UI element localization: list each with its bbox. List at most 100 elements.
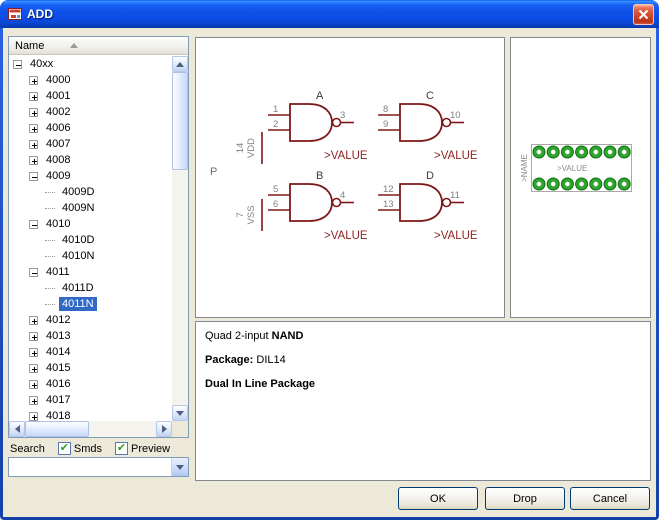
tree-item-4001[interactable]: 4001	[10, 88, 172, 104]
expand-icon[interactable]	[29, 156, 38, 165]
tree-item-4000[interactable]: 4000	[10, 72, 172, 88]
vertical-scroll-thumb[interactable]	[172, 72, 188, 170]
tree-item-label[interactable]: 4009	[43, 169, 73, 183]
tree-item-4018[interactable]: 4018	[10, 408, 172, 421]
tree-item-4013[interactable]: 4013	[10, 328, 172, 344]
tree-item-label[interactable]: 4009N	[59, 201, 97, 215]
horizontal-scroll-thumb[interactable]	[25, 421, 89, 437]
value-placeholder: >VALUE	[434, 150, 478, 162]
collapse-icon[interactable]	[13, 60, 22, 69]
tree-header-name[interactable]: Name	[9, 37, 188, 55]
tree-item-4014[interactable]: 4014	[10, 344, 172, 360]
tree-item-40xx[interactable]: 40xx	[10, 56, 172, 72]
tree-item-4010[interactable]: 4010	[10, 216, 172, 232]
expand-icon[interactable]	[29, 380, 38, 389]
tree-item-label[interactable]: 4011D	[59, 281, 97, 295]
tree-item-4011[interactable]: 4011	[10, 264, 172, 280]
drop-button[interactable]: Drop	[485, 487, 565, 510]
tree-item-4009d[interactable]: 4009D	[10, 184, 172, 200]
tree-item-4011n[interactable]: 4011N	[10, 296, 172, 312]
vdd-pin-number: 14	[235, 143, 246, 154]
tree-item-label[interactable]: 4010D	[59, 233, 97, 247]
ok-button[interactable]: OK	[398, 487, 478, 510]
arrow-right-icon	[162, 425, 167, 433]
preview-checkbox[interactable]: ✔	[115, 442, 128, 455]
cancel-button[interactable]: Cancel	[570, 487, 650, 510]
tree-item-label[interactable]: 4015	[43, 361, 73, 375]
tree-item-4009n[interactable]: 4009N	[10, 200, 172, 216]
pad-hole	[622, 150, 626, 154]
smds-label: Smds	[74, 443, 102, 455]
tree-item-4007[interactable]: 4007	[10, 136, 172, 152]
tree-item-label[interactable]: 4009D	[59, 185, 97, 199]
tree-vertical-scrollbar[interactable]	[172, 56, 188, 421]
tree-item-4006[interactable]: 4006	[10, 120, 172, 136]
pad-hole	[565, 182, 569, 186]
expand-icon[interactable]	[29, 76, 38, 85]
search-input[interactable]	[9, 458, 171, 476]
combo-dropdown-button[interactable]	[171, 458, 188, 476]
collapse-icon[interactable]	[29, 268, 38, 277]
search-combobox[interactable]	[8, 457, 189, 477]
scroll-up-button[interactable]	[172, 56, 188, 72]
tree-item-4015[interactable]: 4015	[10, 360, 172, 376]
tree-item-4017[interactable]: 4017	[10, 392, 172, 408]
tree-horizontal-scrollbar[interactable]	[9, 421, 172, 437]
scroll-down-button[interactable]	[172, 405, 188, 421]
expand-icon[interactable]	[29, 396, 38, 405]
tree-item-label[interactable]: 4008	[43, 153, 73, 167]
tree-item-label[interactable]: 4011N	[59, 297, 97, 311]
tree-item-label[interactable]: 4001	[43, 89, 73, 103]
pin-number: 3	[340, 110, 345, 121]
tree-item-label[interactable]: 4007	[43, 137, 73, 151]
value-placeholder: >VALUE	[324, 230, 368, 242]
tree-item-4002[interactable]: 4002	[10, 104, 172, 120]
expand-icon[interactable]	[29, 108, 38, 117]
nand-gate-a: 1 2 3 A >VALUE	[268, 90, 368, 162]
tree-item-label[interactable]: 4011	[43, 265, 73, 279]
tree-item-label[interactable]: 4000	[43, 73, 73, 87]
tree-item-4009[interactable]: 4009	[10, 168, 172, 184]
tree-item-label[interactable]: 4010N	[59, 249, 97, 263]
expand-icon[interactable]	[29, 92, 38, 101]
tree-item-4008[interactable]: 4008	[10, 152, 172, 168]
pad-hole	[622, 182, 626, 186]
tree-item-label[interactable]: 4002	[43, 105, 73, 119]
tree-item-4016[interactable]: 4016	[10, 376, 172, 392]
expand-icon[interactable]	[29, 316, 38, 325]
tree-item-label[interactable]: 4017	[43, 393, 73, 407]
tree-item-4012[interactable]: 4012	[10, 312, 172, 328]
tree-item-label[interactable]: 4013	[43, 329, 73, 343]
smds-checkbox-group[interactable]: ✔ Smds	[58, 442, 102, 455]
expand-icon[interactable]	[29, 332, 38, 341]
description-title: Quad 2-input NAND	[205, 330, 641, 342]
tree-item-label[interactable]: 4016	[43, 377, 73, 391]
preview-checkbox-group[interactable]: ✔ Preview	[115, 442, 170, 455]
pad-hole	[594, 182, 598, 186]
expand-icon[interactable]	[29, 412, 38, 421]
tree-item-4011d[interactable]: 4011D	[10, 280, 172, 296]
tree-item-label[interactable]: 4010	[43, 217, 73, 231]
scroll-left-button[interactable]	[9, 421, 25, 437]
scroll-right-button[interactable]	[156, 421, 172, 437]
nand-gate-b: 5 6 4 B >VALUE	[268, 170, 368, 242]
titlebar[interactable]: ADD	[0, 0, 659, 28]
tree-item-label[interactable]: 4018	[43, 409, 73, 421]
tree-item-4010d[interactable]: 4010D	[10, 232, 172, 248]
pin-number: 9	[383, 119, 388, 130]
tree-item-label[interactable]: 40xx	[27, 57, 56, 71]
tree-connector-line	[45, 288, 55, 289]
collapse-icon[interactable]	[29, 220, 38, 229]
expand-icon[interactable]	[29, 124, 38, 133]
close-button[interactable]	[633, 4, 654, 25]
tree-item-label[interactable]: 4014	[43, 345, 73, 359]
expand-icon[interactable]	[29, 348, 38, 357]
expand-icon[interactable]	[29, 140, 38, 149]
tree-item-4010n[interactable]: 4010N	[10, 248, 172, 264]
collapse-icon[interactable]	[29, 172, 38, 181]
tree-item-label[interactable]: 4006	[43, 121, 73, 135]
gate-letter: B	[316, 170, 323, 182]
smds-checkbox[interactable]: ✔	[58, 442, 71, 455]
expand-icon[interactable]	[29, 364, 38, 373]
tree-item-label[interactable]: 4012	[43, 313, 73, 327]
